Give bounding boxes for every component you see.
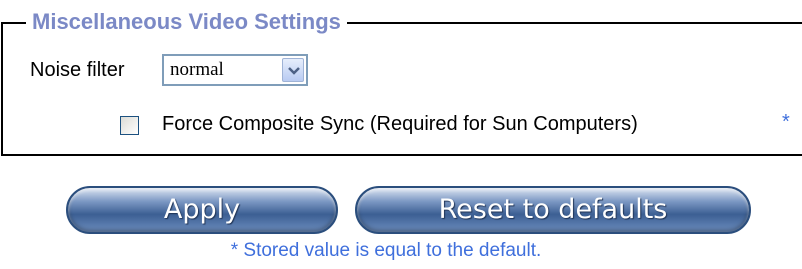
reset-to-defaults-button[interactable]: Reset to defaults bbox=[355, 186, 751, 234]
apply-button[interactable]: Apply bbox=[66, 186, 338, 234]
noise-filter-selected-value: normal bbox=[170, 59, 224, 80]
chevron-down-icon bbox=[288, 67, 300, 75]
section-title: Miscellaneous Video Settings bbox=[26, 8, 347, 36]
stored-default-marker: * bbox=[782, 111, 790, 133]
noise-filter-label: Noise filter bbox=[30, 59, 125, 81]
default-value-footnote: * Stored value is equal to the default. bbox=[230, 240, 542, 261]
force-composite-sync-checkbox[interactable] bbox=[120, 116, 139, 135]
noise-filter-select[interactable]: normal bbox=[162, 54, 308, 86]
force-composite-sync-label: Force Composite Sync (Required for Sun C… bbox=[162, 113, 638, 135]
dropdown-button[interactable] bbox=[282, 58, 304, 82]
